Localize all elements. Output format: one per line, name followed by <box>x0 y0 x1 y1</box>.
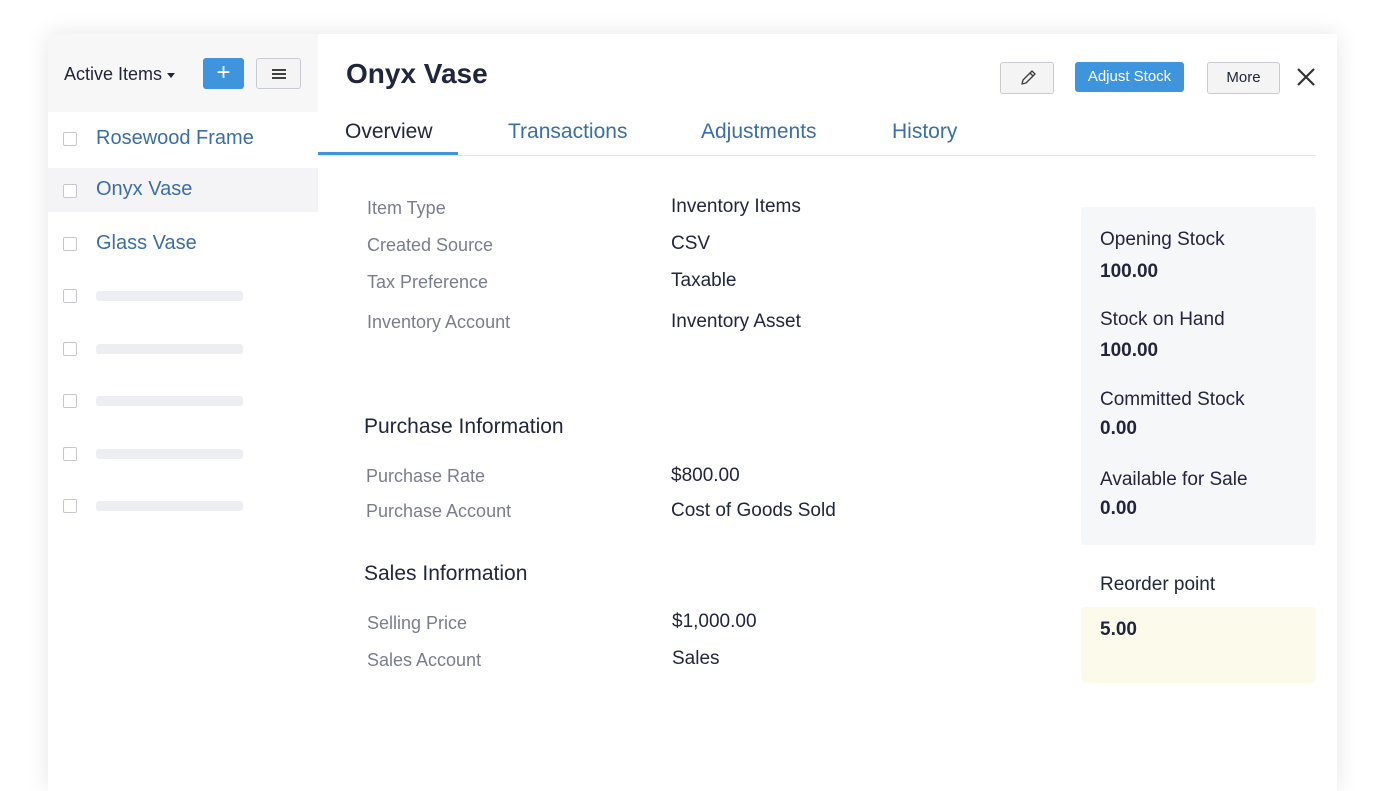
opening-stock-value: 100.00 <box>1100 261 1159 282</box>
close-button[interactable] <box>1294 65 1318 89</box>
loading-placeholder <box>96 291 243 301</box>
inventory-account-value: Inventory Asset <box>671 311 801 332</box>
list-item[interactable]: Glass Vase <box>48 222 318 266</box>
available-for-sale-label: Available for Sale <box>1100 469 1248 490</box>
item-name[interactable]: Glass Vase <box>96 232 197 255</box>
stock-on-hand-label: Stock on Hand <box>1100 309 1225 330</box>
tab-adjustments[interactable]: Adjustments <box>701 120 817 144</box>
hamburger-icon-line <box>272 73 286 75</box>
item-detail-card: Active Items + Rosewood Frame Onyx Vase … <box>48 34 1337 791</box>
tax-preference-label: Tax Preference <box>367 272 489 292</box>
stock-on-hand-value: 100.00 <box>1100 340 1159 361</box>
filter-label: Active Items <box>64 64 163 84</box>
sidebar-header: Active Items + <box>48 34 318 112</box>
list-item-selected[interactable]: Onyx Vase <box>48 168 318 212</box>
item-type-value: Inventory Items <box>671 196 801 217</box>
tab-history[interactable]: History <box>892 120 957 144</box>
loading-placeholder <box>96 501 243 511</box>
purchase-rate-value: $800.00 <box>671 465 740 486</box>
item-type-label: Item Type <box>367 198 446 218</box>
add-item-button[interactable]: + <box>203 58 244 89</box>
tab-overview[interactable]: Overview <box>345 120 433 144</box>
tab-transactions[interactable]: Transactions <box>508 120 627 144</box>
more-button[interactable]: More <box>1207 62 1280 94</box>
reorder-point-label: Reorder point <box>1100 574 1216 595</box>
committed-stock-label: Committed Stock <box>1100 389 1245 410</box>
loading-placeholder <box>96 396 243 406</box>
sales-account-value: Sales <box>672 648 720 669</box>
placeholder-checkbox[interactable] <box>63 499 77 513</box>
reorder-point-value: 5.00 <box>1100 619 1137 640</box>
purchase-account-value: Cost of Goods Sold <box>671 500 836 521</box>
sales-information-heading: Sales Information <box>364 562 528 585</box>
available-for-sale-value: 0.00 <box>1100 498 1137 519</box>
reorder-point-box: 5.00 <box>1081 607 1316 683</box>
pencil-icon <box>1021 70 1036 85</box>
list-item[interactable]: Rosewood Frame <box>48 116 318 160</box>
hamburger-icon <box>272 69 286 71</box>
close-icon <box>1297 68 1315 86</box>
selling-price-value: $1,000.00 <box>672 611 757 632</box>
item-list-sidebar: Active Items + Rosewood Frame Onyx Vase … <box>48 34 318 791</box>
loading-placeholder <box>96 449 243 459</box>
item-name[interactable]: Rosewood Frame <box>96 127 254 150</box>
purchase-information-heading: Purchase Information <box>364 415 564 438</box>
committed-stock-value: 0.00 <box>1100 418 1137 439</box>
tax-preference-value: Taxable <box>671 270 737 291</box>
page-title: Onyx Vase <box>346 58 488 89</box>
hamburger-icon-line <box>272 77 286 79</box>
created-source-label: Created Source <box>367 235 494 255</box>
edit-button[interactable] <box>1000 62 1054 94</box>
caret-down-icon <box>167 73 176 78</box>
selling-price-label: Selling Price <box>367 613 468 633</box>
list-menu-button[interactable] <box>256 58 301 89</box>
placeholder-checkbox[interactable] <box>63 289 77 303</box>
created-source-value: CSV <box>671 233 711 254</box>
placeholder-checkbox[interactable] <box>63 447 77 461</box>
stock-summary-panel: Opening Stock 100.00 Stock on Hand 100.0… <box>1081 207 1316 545</box>
item-name[interactable]: Onyx Vase <box>96 178 192 201</box>
placeholder-checkbox[interactable] <box>63 342 77 356</box>
active-tab-indicator <box>318 152 458 155</box>
item-checkbox[interactable] <box>63 132 77 146</box>
inventory-account-label: Inventory Account <box>367 312 511 332</box>
adjust-stock-button[interactable]: Adjust Stock <box>1075 62 1184 92</box>
loading-placeholder <box>96 344 243 354</box>
opening-stock-label: Opening Stock <box>1100 229 1225 250</box>
item-detail-main: Onyx Vase Adjust Stock More Overview Tra… <box>318 34 1337 791</box>
purchase-rate-label: Purchase Rate <box>366 466 486 486</box>
item-checkbox[interactable] <box>63 184 77 198</box>
placeholder-checkbox[interactable] <box>63 394 77 408</box>
item-checkbox[interactable] <box>63 237 77 251</box>
purchase-account-label: Purchase Account <box>366 501 512 521</box>
sales-account-label: Sales Account <box>367 650 482 670</box>
tab-bar: Overview Transactions Adjustments Histor… <box>318 120 1316 156</box>
active-items-filter-dropdown[interactable]: Active Items <box>64 64 176 85</box>
